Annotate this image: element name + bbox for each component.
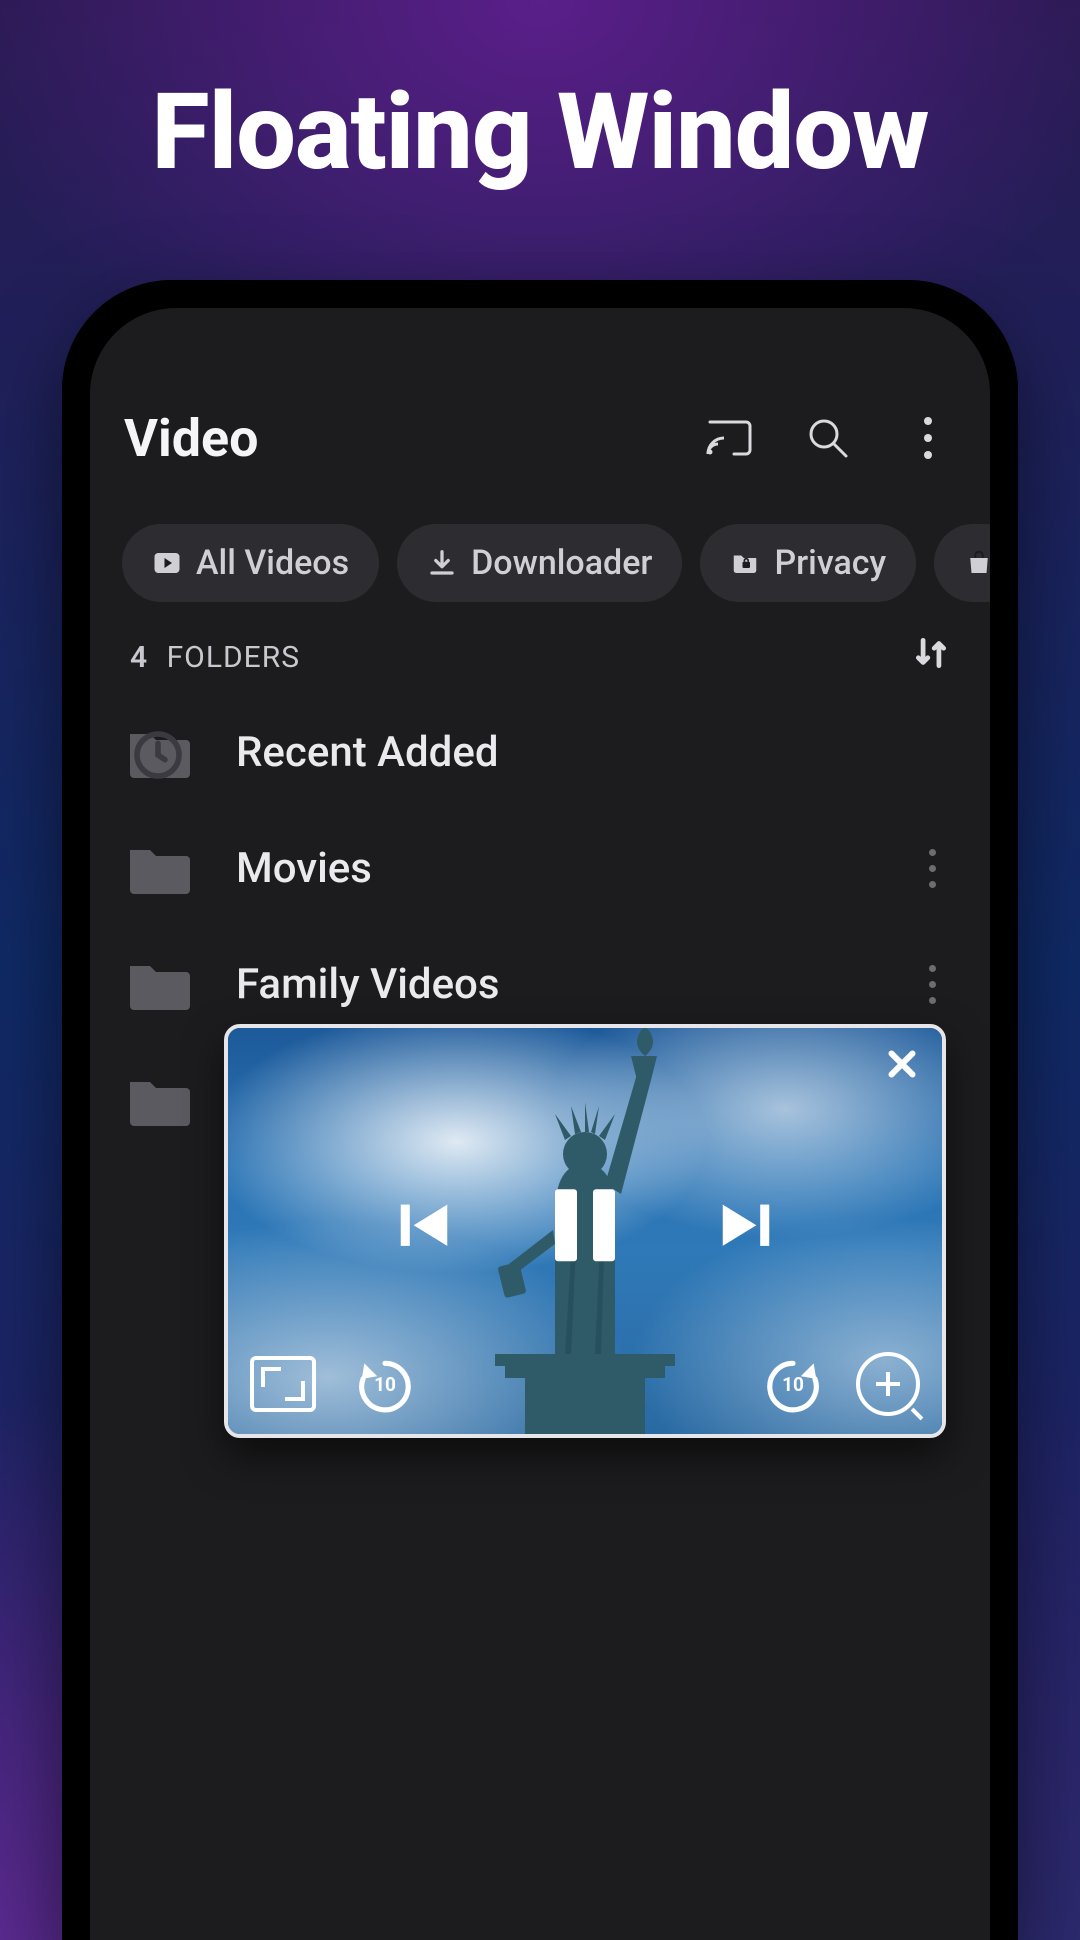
folder-icon xyxy=(126,840,190,896)
folder-row-recent[interactable]: Recent Added xyxy=(90,694,990,810)
skip-next-icon xyxy=(715,1194,777,1256)
chip-privacy[interactable]: Privacy xyxy=(700,524,916,602)
folder-row-more[interactable] xyxy=(910,840,954,896)
expand-fullscreen-button[interactable] xyxy=(250,1356,316,1412)
sort-button[interactable] xyxy=(912,634,950,680)
cast-button[interactable] xyxy=(700,410,756,466)
chip-label: All Videos xyxy=(196,543,349,583)
forward-seconds-label: 10 xyxy=(762,1353,824,1415)
close-icon xyxy=(884,1046,920,1082)
more-vertical-icon xyxy=(929,965,936,1004)
download-icon xyxy=(427,548,457,578)
more-button[interactable] xyxy=(900,410,956,466)
folder-row-more[interactable] xyxy=(910,956,954,1012)
chip-overflow[interactable] xyxy=(934,524,990,602)
folder-count: 4 xyxy=(130,640,148,675)
folders-subheader: 4 FOLDERS xyxy=(90,624,990,690)
search-icon xyxy=(804,414,852,462)
folder-icon xyxy=(126,1072,190,1128)
forward-10-button[interactable]: 10 xyxy=(762,1353,824,1415)
more-vertical-icon xyxy=(929,849,936,888)
folder-name: Family Videos xyxy=(236,960,864,1009)
folder-name: Recent Added xyxy=(236,728,954,777)
magnifier-handle-icon xyxy=(911,1408,924,1421)
floating-close-button[interactable] xyxy=(884,1046,920,1086)
folder-name: Movies xyxy=(236,844,864,893)
recent-folder-icon xyxy=(126,724,190,780)
cast-icon xyxy=(704,414,752,462)
chip-label: Privacy xyxy=(774,543,886,583)
chip-downloader[interactable]: Downloader xyxy=(397,524,682,602)
folder-row-movies[interactable]: Movies xyxy=(90,810,990,926)
page-title: Floating Window xyxy=(0,70,1080,194)
skip-previous-icon xyxy=(393,1194,455,1256)
previous-track-button[interactable] xyxy=(393,1194,455,1256)
zoom-in-button[interactable] xyxy=(856,1352,920,1416)
next-track-button[interactable] xyxy=(715,1194,777,1256)
folder-icon xyxy=(126,956,190,1012)
floating-player-window[interactable]: 10 10 xyxy=(224,1024,946,1438)
pause-button[interactable] xyxy=(555,1189,615,1261)
app-bar-title: Video xyxy=(124,408,258,469)
replay-10-button[interactable]: 10 xyxy=(354,1353,416,1415)
clock-icon xyxy=(126,727,190,783)
sort-icon xyxy=(912,634,950,672)
app-bar: Video xyxy=(90,308,990,498)
replay-seconds-label: 10 xyxy=(354,1353,416,1415)
chip-all-videos[interactable]: All Videos xyxy=(122,524,379,602)
search-button[interactable] xyxy=(800,410,856,466)
more-vertical-icon xyxy=(924,417,932,459)
bag-icon xyxy=(964,548,990,578)
filter-chip-row[interactable]: All Videos Downloader Privacy xyxy=(90,498,990,624)
chip-label: Downloader xyxy=(471,543,652,583)
pause-icon xyxy=(555,1189,577,1261)
play-box-icon xyxy=(152,548,182,578)
lock-folder-icon xyxy=(730,548,760,578)
folder-count-label: FOLDERS xyxy=(167,640,300,675)
